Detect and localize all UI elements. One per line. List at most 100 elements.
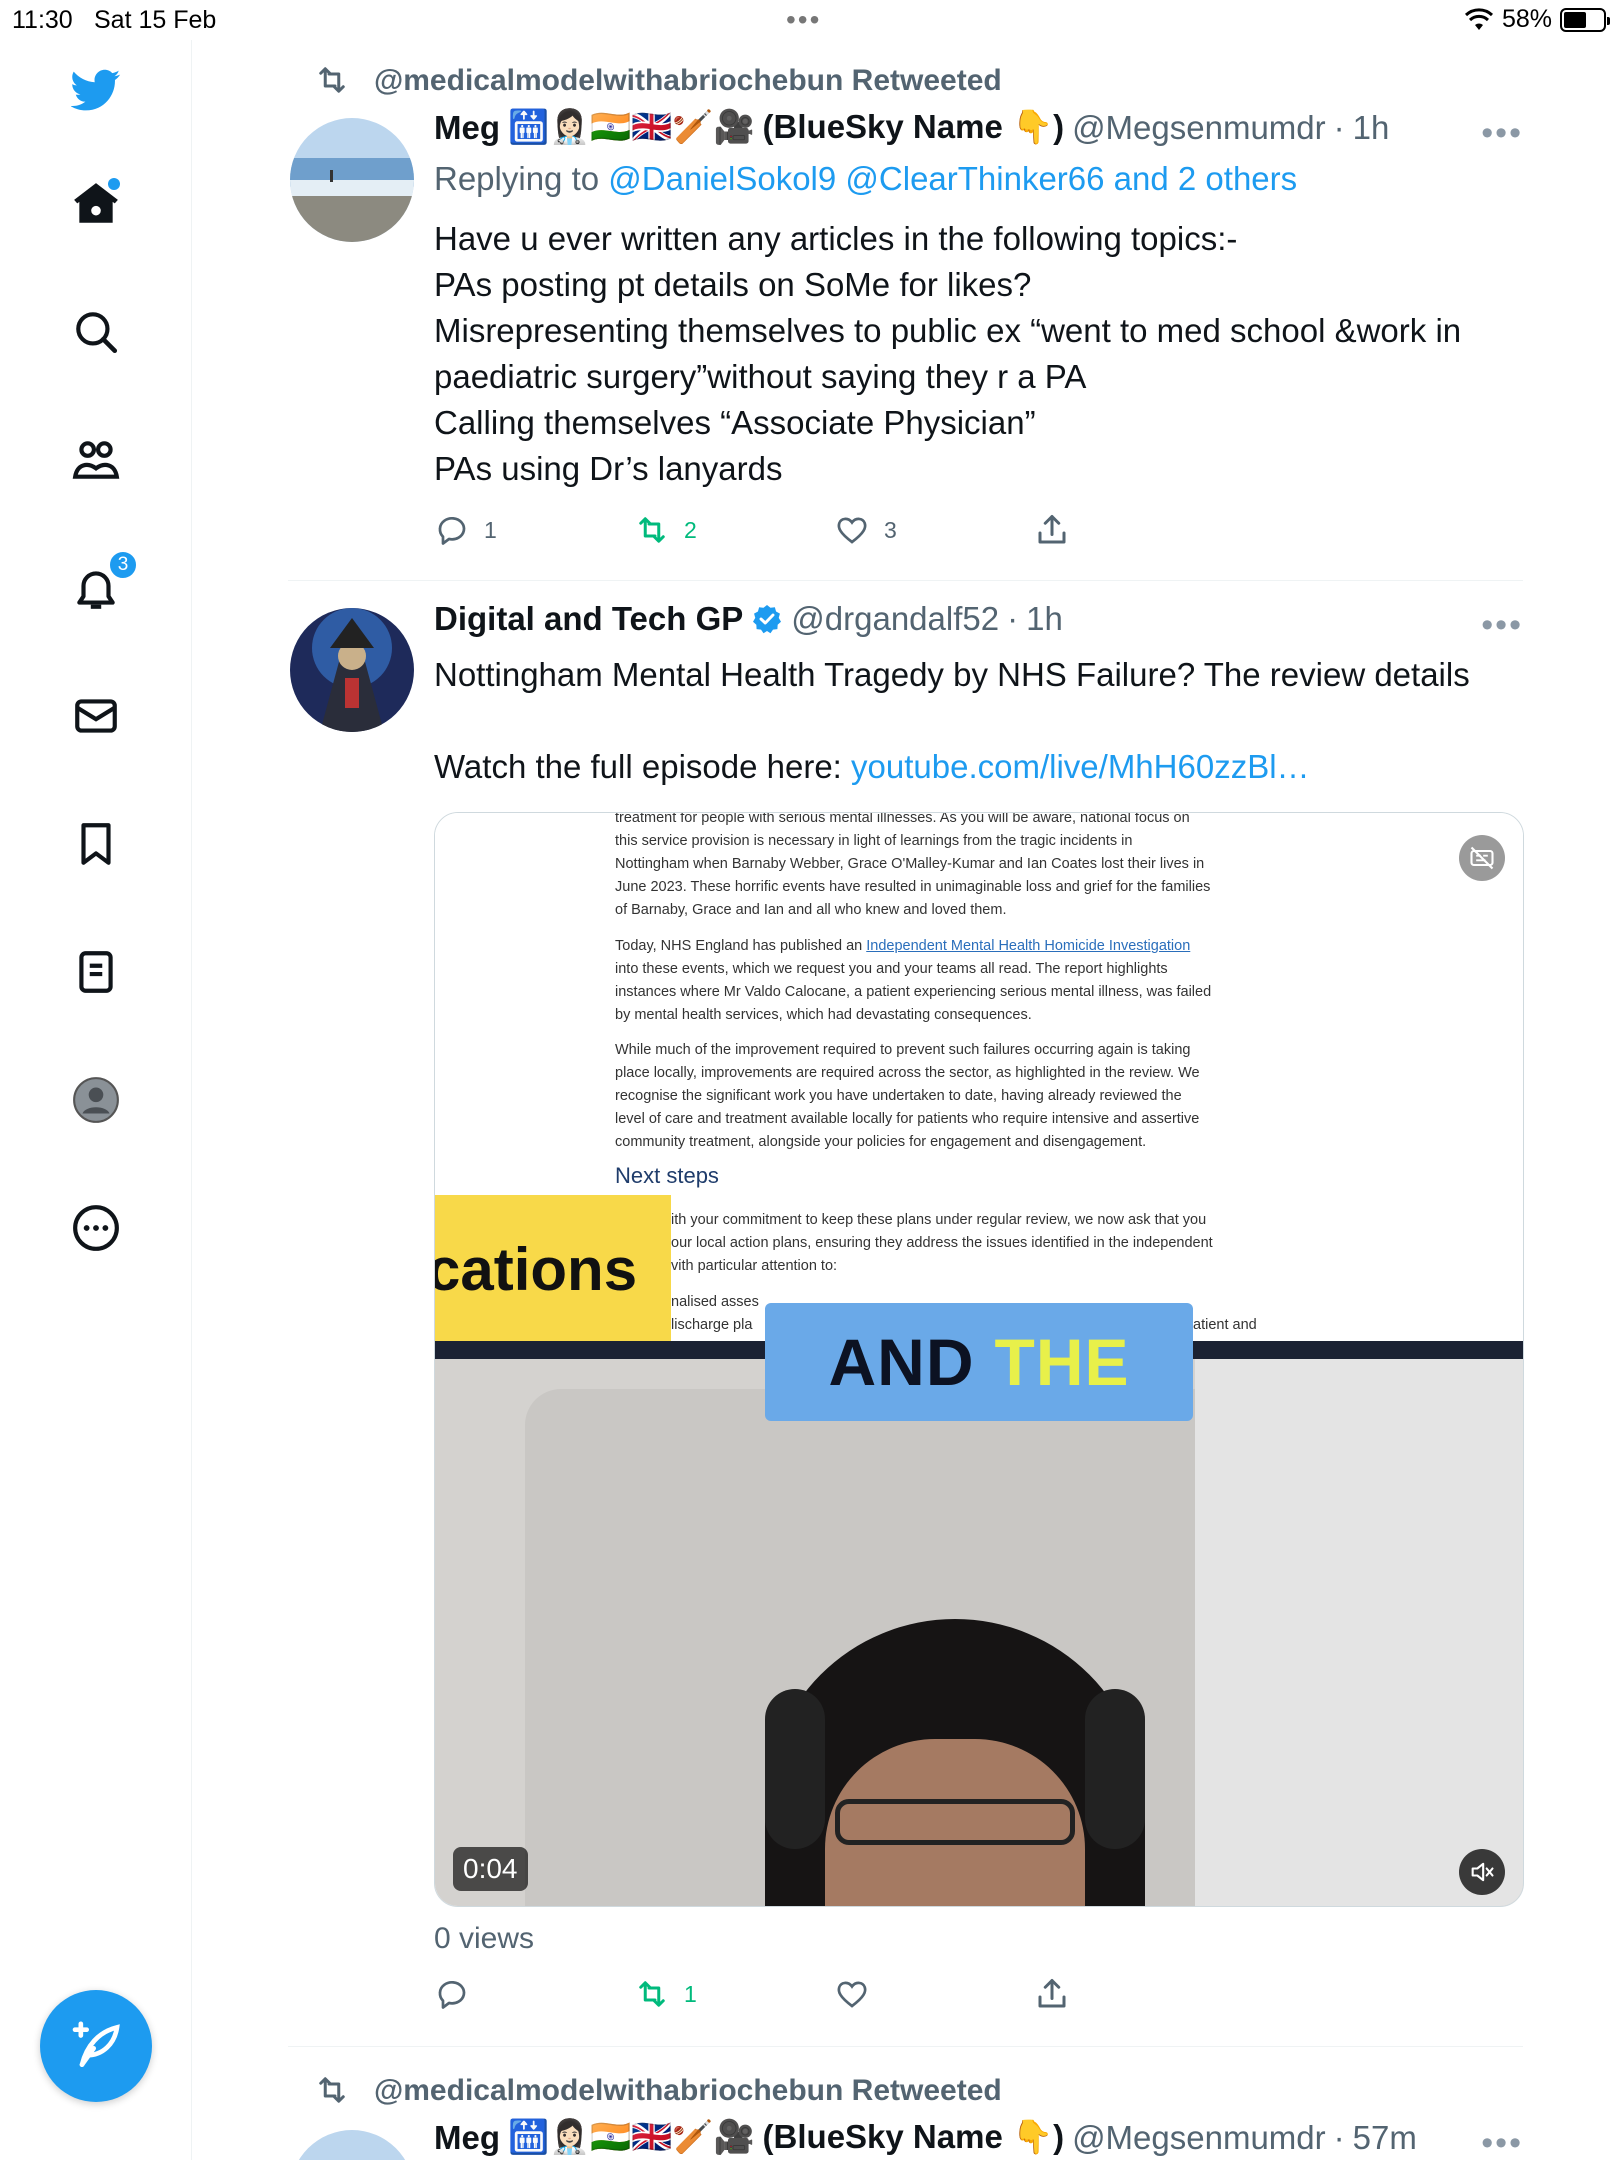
bookmark-icon[interactable]	[66, 814, 126, 874]
doc-line: level of care and treatment available lo…	[615, 1111, 1200, 1127]
tweet-more-options-icon[interactable]: •••	[1481, 606, 1523, 645]
more-options-icon[interactable]	[66, 1198, 126, 1258]
tweet-time[interactable]: 57m	[1353, 2119, 1417, 2157]
clock: 11:30	[12, 6, 73, 34]
share-icon	[1038, 515, 1066, 544]
author-avatar[interactable]	[290, 2130, 414, 2160]
notifications-bell-icon[interactable]: 3	[66, 550, 138, 618]
reply-icon	[438, 1981, 466, 2009]
doc-line: June 2023. These horrific events have re…	[615, 879, 1211, 895]
author-name-suffix: (BlueSky Name 👇)	[762, 108, 1065, 145]
doc-line: community treatment, alongside your poli…	[615, 1134, 1147, 1150]
tweet-text: Nottingham Mental Health Tragedy by NHS …	[434, 652, 1519, 790]
separator: ·	[1333, 108, 1345, 146]
doc-line: recognise the significant work you have …	[615, 1088, 1182, 1104]
doc-line: Nottingham when Barnaby Webber, Grace O'…	[615, 856, 1205, 872]
heart-icon	[837, 517, 867, 544]
date: Sat 15 Feb	[94, 6, 217, 34]
reply-button[interactable]: 1	[434, 512, 497, 548]
retweet-button[interactable]: 1	[634, 1976, 697, 2012]
home-icon[interactable]	[66, 174, 126, 234]
tweet-line: paediatric surgery”without saying they r…	[434, 358, 1087, 395]
author-name-emojis: 🛗👩🏻‍⚕️🇮🇳🇬🇧🏏🎥	[508, 2118, 755, 2155]
retweet-context-icon	[319, 67, 345, 93]
tweet-line: Nottingham Mental Health Tragedy by NHS …	[434, 656, 1470, 693]
retweet-icon	[639, 517, 665, 543]
retweet-context: @medicalmodelwithabriochebun Retweeted	[319, 64, 1002, 98]
doc-line: treatment for people with serious mental…	[615, 812, 1190, 826]
lists-icon[interactable]	[66, 942, 126, 1002]
doc-paragraph: Today, NHS England has published an Inde…	[615, 935, 1315, 1027]
tweet-header: Meg 🛗👩🏻‍⚕️🇮🇳🇬🇧🏏🎥 (BlueSky Name 👇) @Megse…	[434, 108, 1389, 147]
notifications-badge: 3	[108, 550, 138, 580]
tweet-more-options-icon[interactable]: •••	[1481, 114, 1523, 153]
tweet-line: PAs using Dr’s lanyards	[434, 450, 783, 487]
author-name[interactable]: Meg	[434, 109, 500, 147]
search-icon[interactable]	[66, 302, 126, 362]
like-button[interactable]	[834, 1976, 870, 2012]
author-avatar[interactable]	[290, 608, 414, 732]
share-button[interactable]	[1034, 1976, 1070, 2012]
webcam-window	[1195, 1359, 1523, 1906]
wifi-icon	[1464, 7, 1493, 30]
video-caption: AND THE	[765, 1303, 1193, 1421]
headphone-left	[765, 1689, 825, 1849]
tweet-header: Digital and Tech GP @drgandalf52 · 1h	[434, 600, 1063, 638]
communities-icon[interactable]	[66, 430, 126, 490]
author-avatar[interactable]	[290, 118, 414, 242]
retweet-icon	[639, 1981, 665, 2007]
doc-line-prefix: Today, NHS England has published an	[615, 938, 867, 954]
tweet-header: Meg 🛗👩🏻‍⚕️🇮🇳🇬🇧🏏🎥 (BlueSky Name 👇) @Megse…	[434, 2118, 1417, 2157]
twitter-bird-icon[interactable]	[66, 60, 126, 120]
reply-button[interactable]	[434, 1976, 470, 2012]
retweeted-by-label[interactable]: @medicalmodelwithabriochebun Retweeted	[374, 2074, 1002, 2108]
tweet-more-options-icon[interactable]: •••	[1481, 2124, 1523, 2160]
tweet-line-prefix: Watch the full episode here:	[434, 748, 852, 785]
retweet-context: @medicalmodelwithabriochebun Retweeted	[319, 2074, 1002, 2108]
video-document-frame: treatment for people with serious mental…	[435, 812, 1523, 1343]
profile-avatar-icon[interactable]	[66, 1070, 126, 1130]
reply-count: 1	[484, 516, 497, 543]
doc-link: Independent Mental Health Homicide Inves…	[866, 938, 1191, 954]
retweet-button[interactable]: 2	[634, 512, 697, 548]
share-button[interactable]	[1034, 512, 1070, 548]
doc-line: into these events, which we request you …	[615, 961, 1168, 977]
retweet-context-icon	[319, 2077, 345, 2103]
multitasking-dots-icon[interactable]: •••	[786, 4, 821, 36]
verified-badge-icon	[753, 605, 782, 634]
messages-mail-icon[interactable]	[66, 686, 126, 746]
replying-to: Replying to @DanielSokol9 @ClearThinker6…	[434, 160, 1297, 198]
tweet-time[interactable]: 1h	[1026, 600, 1063, 638]
youtube-link[interactable]: youtube.com/live/MhH60zzBl…	[851, 748, 1310, 785]
author-handle[interactable]: @Megsenmumdr	[1072, 109, 1326, 147]
author-handle[interactable]: @Megsenmumdr	[1072, 2119, 1326, 2157]
like-button[interactable]: 3	[834, 512, 897, 548]
headphone-right	[1085, 1689, 1145, 1849]
doc-line: vith particular attention to:	[671, 1258, 838, 1274]
author-handle[interactable]: @drgandalf52	[791, 600, 999, 638]
doc-line: by mental health services, which had dev…	[615, 1007, 1032, 1023]
tweet-line: Watch the full episode here: youtube.com…	[434, 744, 1519, 790]
retweet-count: 2	[684, 516, 697, 543]
retweeted-by-label[interactable]: @medicalmodelwithabriochebun Retweeted	[374, 64, 1002, 98]
tweet-text: Have u ever written any articles in the …	[434, 216, 1519, 492]
doc-line: instances where Mr Valdo Calocane, a pat…	[615, 984, 1212, 1000]
heart-icon	[837, 1981, 867, 2008]
compose-feather-icon	[72, 2021, 120, 2067]
replying-to-handles[interactable]: @DanielSokol9 @ClearThinker66 and 2 othe…	[608, 160, 1297, 197]
caption-word-highlight: THE	[994, 1325, 1130, 1399]
video-timer: 0:04	[453, 1847, 528, 1891]
replying-to-prefix: Replying to	[434, 160, 600, 197]
video-player[interactable]: treatment for people with serious mental…	[434, 812, 1524, 1907]
tweet-time[interactable]: 1h	[1353, 109, 1390, 147]
compose-tweet-button[interactable]	[40, 1990, 152, 2102]
retweet-count: 1	[684, 1980, 697, 2007]
author-name[interactable]: Digital and Tech GP	[434, 600, 743, 638]
battery-percent: 58%	[1501, 5, 1552, 33]
video-banner-text: cations	[435, 1235, 638, 1303]
captions-toggle-icon[interactable]	[1459, 835, 1505, 881]
author-name[interactable]: Meg	[434, 2119, 500, 2157]
doc-line: place locally, improvements are required…	[615, 1065, 1200, 1081]
mute-toggle-icon[interactable]	[1459, 1849, 1505, 1895]
tweet-actions: 1 2 3	[434, 512, 1094, 552]
